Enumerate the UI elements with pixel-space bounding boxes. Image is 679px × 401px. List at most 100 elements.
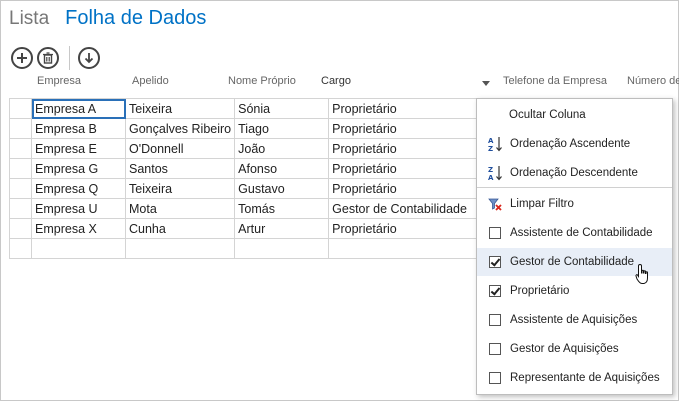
delete-item-button[interactable] xyxy=(37,47,59,69)
filter-checkbox[interactable] xyxy=(489,227,501,239)
tab-datasheet[interactable]: Folha de Dados xyxy=(65,7,206,30)
sync-down-button[interactable] xyxy=(78,47,100,69)
checkbox-wrap xyxy=(488,341,502,357)
filter-checkbox[interactable] xyxy=(489,314,501,326)
row-handle[interactable] xyxy=(9,138,32,159)
add-item-button[interactable] xyxy=(11,47,33,69)
filter-option-representante-aquisicoes[interactable]: Representante de Aquisições xyxy=(477,364,672,392)
checkbox-wrap xyxy=(488,254,502,270)
down-arrow-icon xyxy=(84,53,94,64)
table-cell[interactable]: Proprietário xyxy=(328,158,494,179)
column-header-telefone[interactable]: Telefone da Empresa xyxy=(503,75,607,87)
sort-descending-icon: Z A xyxy=(488,165,502,181)
table-cell[interactable]: Gonçalves Ribeiro xyxy=(124,118,236,139)
filter-checkbox[interactable] xyxy=(489,343,501,355)
table-cell[interactable]: Santos xyxy=(124,158,236,179)
table-cell[interactable]: O'Donnell xyxy=(124,138,236,159)
table-cell[interactable]: Empresa X xyxy=(31,218,126,239)
column-header-numero[interactable]: Número de xyxy=(627,75,679,87)
table-cell[interactable]: Empresa A xyxy=(31,98,126,119)
row-handle[interactable] xyxy=(9,198,32,219)
table-cell[interactable]: Empresa G xyxy=(31,158,126,179)
menu-item-label: Representante de Aquisições xyxy=(510,372,660,384)
table-row: Empresa B Gonçalves Ribeiro Tiago Propri… xyxy=(9,118,494,139)
sort-ascending-icon: A Z xyxy=(488,136,502,152)
table-cell[interactable] xyxy=(31,238,126,259)
table-cell[interactable] xyxy=(124,238,236,259)
table-cell[interactable]: Empresa B xyxy=(31,118,126,139)
table-cell[interactable]: João xyxy=(234,138,330,159)
row-handle[interactable] xyxy=(9,238,32,259)
row-handle[interactable] xyxy=(9,98,32,119)
menu-item-label: Ordenação Ascendente xyxy=(510,138,631,150)
table-cell[interactable]: Proprietário xyxy=(328,98,494,119)
table-cell[interactable]: Gustavo xyxy=(234,178,330,199)
hand-pointer-icon xyxy=(635,263,648,284)
menu-divider xyxy=(477,187,672,188)
checkbox-wrap xyxy=(488,312,502,328)
menu-item-label: Gestor de Aquisições xyxy=(510,343,619,355)
checkbox-wrap xyxy=(488,225,502,241)
table-cell[interactable]: Afonso xyxy=(234,158,330,179)
row-handle[interactable] xyxy=(9,218,32,239)
tab-list[interactable]: Lista xyxy=(9,8,49,30)
table-cell[interactable]: Proprietário xyxy=(328,138,494,159)
table-cell[interactable]: Proprietário xyxy=(328,118,494,139)
table-row: Empresa U Mota Tomás Gestor de Contabili… xyxy=(9,198,494,219)
table-cell[interactable]: Empresa Q xyxy=(31,178,126,199)
plus-icon xyxy=(17,53,27,63)
table-cell[interactable]: Sónia xyxy=(234,98,330,119)
table-cell[interactable]: Artur xyxy=(234,218,330,239)
table-row: Empresa G Santos Afonso Proprietário xyxy=(9,158,494,179)
filter-option-gestor-aquisicoes[interactable]: Gestor de Aquisições xyxy=(477,335,672,363)
column-header-cargo[interactable]: Cargo xyxy=(321,75,351,87)
toolbar xyxy=(11,46,104,70)
svg-text:Z: Z xyxy=(488,166,493,174)
column-header-empresa[interactable]: Empresa xyxy=(37,75,81,87)
menu-item-clear-filter[interactable]: Limpar Filtro xyxy=(477,190,672,218)
table-cell[interactable]: Mota xyxy=(124,198,236,219)
view-tabs: Lista Folha de Dados xyxy=(9,7,222,33)
table-cell[interactable] xyxy=(234,238,330,259)
column-dropdown-arrow-icon[interactable] xyxy=(482,81,490,86)
filter-option-assistente-aquisicoes[interactable]: Assistente de Aquisições xyxy=(477,306,672,334)
trash-icon xyxy=(43,52,53,64)
table-row: Empresa X Cunha Artur Proprietário xyxy=(9,218,494,239)
menu-item-label: Ocultar Coluna xyxy=(509,109,586,121)
filter-checkbox[interactable] xyxy=(489,256,501,268)
row-handle[interactable] xyxy=(9,158,32,179)
menu-item-label: Gestor de Contabilidade xyxy=(510,256,635,268)
table-cell[interactable]: Teixeira xyxy=(124,98,236,119)
column-header-nome-proprio[interactable]: Nome Próprio xyxy=(228,75,296,87)
filter-checkbox[interactable] xyxy=(489,285,501,297)
new-row xyxy=(9,238,494,259)
table-cell[interactable]: Proprietário xyxy=(328,218,494,239)
table-cell[interactable]: Empresa U xyxy=(31,198,126,219)
menu-item-label: Limpar Filtro xyxy=(510,198,574,210)
clear-filter-icon xyxy=(488,196,502,212)
checkbox-wrap xyxy=(488,370,502,386)
table-row: Empresa Q Teixeira Gustavo Proprietário xyxy=(9,178,494,199)
row-handle[interactable] xyxy=(9,118,32,139)
table-cell[interactable]: Proprietário xyxy=(328,178,494,199)
column-header-apelido[interactable]: Apelido xyxy=(132,75,169,87)
menu-item-label: Assistente de Contabilidade xyxy=(510,227,653,239)
menu-item-sort-descending[interactable]: Z A Ordenação Descendente xyxy=(477,159,672,187)
datasheet-window: Lista Folha de Dados Empresa Apelido Nom… xyxy=(0,0,679,401)
table-cell[interactable]: Gestor de Contabilidade xyxy=(328,198,494,219)
table-cell[interactable]: Tiago xyxy=(234,118,330,139)
table-cell[interactable]: Empresa E xyxy=(31,138,126,159)
table-cell[interactable] xyxy=(328,238,494,259)
table-cell[interactable]: Tomás xyxy=(234,198,330,219)
row-handle[interactable] xyxy=(9,178,32,199)
menu-item-sort-ascending[interactable]: A Z Ordenação Ascendente xyxy=(477,130,672,158)
menu-item-hide-column[interactable]: Ocultar Coluna xyxy=(477,101,672,129)
filter-checkbox[interactable] xyxy=(489,372,501,384)
table-cell[interactable]: Cunha xyxy=(124,218,236,239)
filter-option-assistente-contabilidade[interactable]: Assistente de Contabilidade xyxy=(477,219,672,247)
table-row: Empresa E O'Donnell João Proprietário xyxy=(9,138,494,159)
table-row: Empresa A Teixeira Sónia Proprietário xyxy=(9,98,494,119)
table-cell[interactable]: Teixeira xyxy=(124,178,236,199)
datasheet-grid: Empresa A Teixeira Sónia Proprietário Em… xyxy=(9,98,494,259)
svg-text:A: A xyxy=(488,137,494,145)
